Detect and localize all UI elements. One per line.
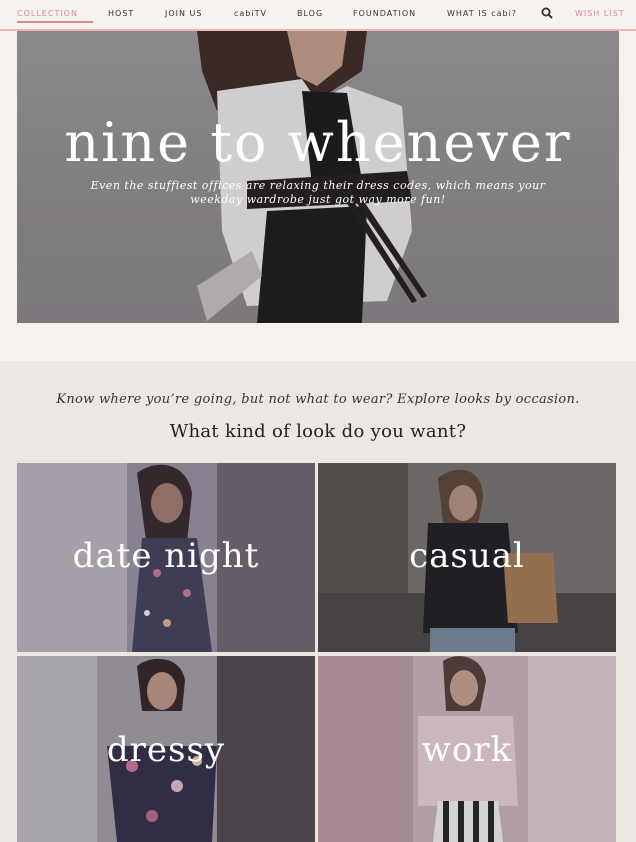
nav-item-collection[interactable]: COLLECTION [17,9,78,18]
hero-banner: nine to whenever Even the stuffiest offi… [17,31,619,323]
wish-list-link[interactable]: WISH LIST [575,9,625,18]
active-nav-underline [17,21,93,23]
nav-item-host[interactable]: HOST [108,9,134,18]
tile-label-casual: casual [409,536,525,576]
hero-subtitle-line-1: Even the stuffiest offices are relaxing … [90,179,546,192]
nav-item-what-is-cabi[interactable]: WHAT IS cabi? [447,9,517,18]
tile-work[interactable]: work [318,656,616,842]
occasion-section: Know where you’re going, but not what to… [0,361,636,842]
nav-item-cabitv[interactable]: cabiTV [234,9,267,18]
nav-item-join-us[interactable]: JOIN US [165,9,202,18]
hero-subtitle: Even the stuffiest offices are relaxing … [87,179,549,207]
hero-subtitle-line-2: weekday wardrobe just got way more fun! [190,193,446,206]
tile-label-dressy: dressy [106,730,226,770]
tile-label-date-night: date night [72,536,260,576]
tile-dressy[interactable]: dressy [17,656,315,842]
hero-overlay [17,31,619,323]
tile-date-night[interactable]: date night [17,463,315,652]
nav-item-foundation[interactable]: FOUNDATION [353,9,416,18]
occasion-intro: Know where you’re going, but not what to… [56,392,580,407]
nav-item-blog[interactable]: BLOG [297,9,323,18]
tile-label-work: work [421,730,513,770]
hero-title: nine to whenever [64,111,572,174]
top-nav: COLLECTION HOST JOIN US cabiTV BLOG FOUN… [0,0,636,31]
occasion-question: What kind of look do you want? [169,421,467,442]
tile-casual[interactable]: casual [318,463,616,652]
search-icon[interactable] [541,7,553,19]
